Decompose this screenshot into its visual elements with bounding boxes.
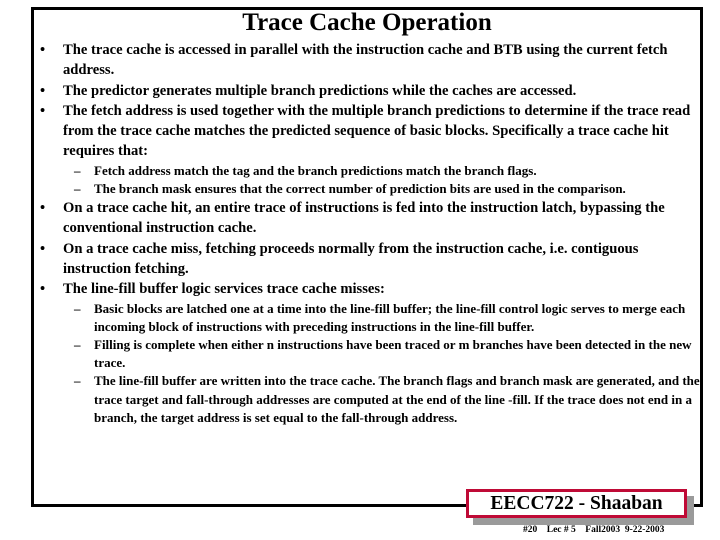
- bullet-text: The predictor generates multiple branch …: [63, 82, 577, 99]
- sub-list-item: – Filling is complete when either n inst…: [74, 336, 700, 372]
- list-item: • On a trace cache miss, fetching procee…: [36, 239, 700, 280]
- lecture-meta-label: #20 Lec # 5 Fall2003 9-22-2003: [523, 525, 665, 535]
- page-title: Trace Cache Operation: [242, 9, 492, 36]
- dash-marker-icon: –: [74, 180, 81, 196]
- sub-list-item: – Basic blocks are latched one at a time…: [74, 300, 700, 336]
- list-item: • On a trace cache hit, an entire trace …: [36, 198, 700, 239]
- sub-list-item: – The branch mask ensures that the corre…: [74, 180, 700, 198]
- course-instructor-label: EECC722 - Shaaban: [490, 493, 663, 514]
- bullet-list-level2: – Basic blocks are latched one at a time…: [63, 300, 700, 427]
- dash-marker-icon: –: [74, 373, 81, 389]
- bullet-marker-icon: •: [40, 281, 46, 298]
- bullet-marker-icon: •: [40, 102, 46, 119]
- bullet-text: The fetch address is used together with …: [63, 102, 691, 160]
- sub-list-item: – The line-fill buffer are written into …: [74, 372, 700, 427]
- bullet-marker-icon: •: [40, 42, 46, 58]
- sub-bullet-text: Filling is complete when either n instru…: [94, 337, 692, 371]
- dash-marker-icon: –: [74, 337, 81, 353]
- sub-bullet-text: Basic blocks are latched one at a time i…: [94, 300, 686, 334]
- bullet-text: On a trace cache miss, fetching proceeds…: [63, 240, 639, 278]
- bullet-text: The trace cache is accessed in parallel …: [63, 42, 668, 79]
- dash-marker-icon: –: [74, 300, 81, 316]
- list-item: • The line-fill buffer logic services tr…: [36, 279, 700, 427]
- bullet-text: On a trace cache hit, an entire trace of…: [63, 200, 665, 237]
- bullet-marker-icon: •: [40, 200, 46, 217]
- sub-bullet-text: Fetch address match the tag and the bran…: [94, 162, 537, 178]
- list-item: • The trace cache is accessed in paralle…: [36, 40, 700, 81]
- slide-canvas: Trace Cache Operation • The trace cache …: [0, 0, 720, 540]
- bullet-list-level1: • The trace cache is accessed in paralle…: [36, 40, 700, 427]
- footer-signature: EECC722 - Shaaban #20 Lec # 5 Fall2003 9…: [466, 489, 698, 537]
- dash-marker-icon: –: [74, 162, 81, 178]
- bullet-text: The line-fill buffer logic services trac…: [63, 281, 385, 298]
- list-item: • The predictor generates multiple branc…: [36, 81, 700, 101]
- slide-body: • The trace cache is accessed in paralle…: [36, 40, 700, 427]
- sub-bullet-text: The branch mask ensures that the correct…: [94, 180, 626, 196]
- sub-bullet-text: The line-fill buffer are written into th…: [94, 373, 700, 425]
- bullet-marker-icon: •: [40, 240, 46, 257]
- bullet-list-level2: – Fetch address match the tag and the br…: [63, 162, 700, 198]
- list-item: • The fetch address is used together wit…: [36, 101, 700, 198]
- footer-box: EECC722 - Shaaban: [466, 489, 687, 518]
- sub-list-item: – Fetch address match the tag and the br…: [74, 162, 700, 180]
- bullet-marker-icon: •: [40, 82, 46, 99]
